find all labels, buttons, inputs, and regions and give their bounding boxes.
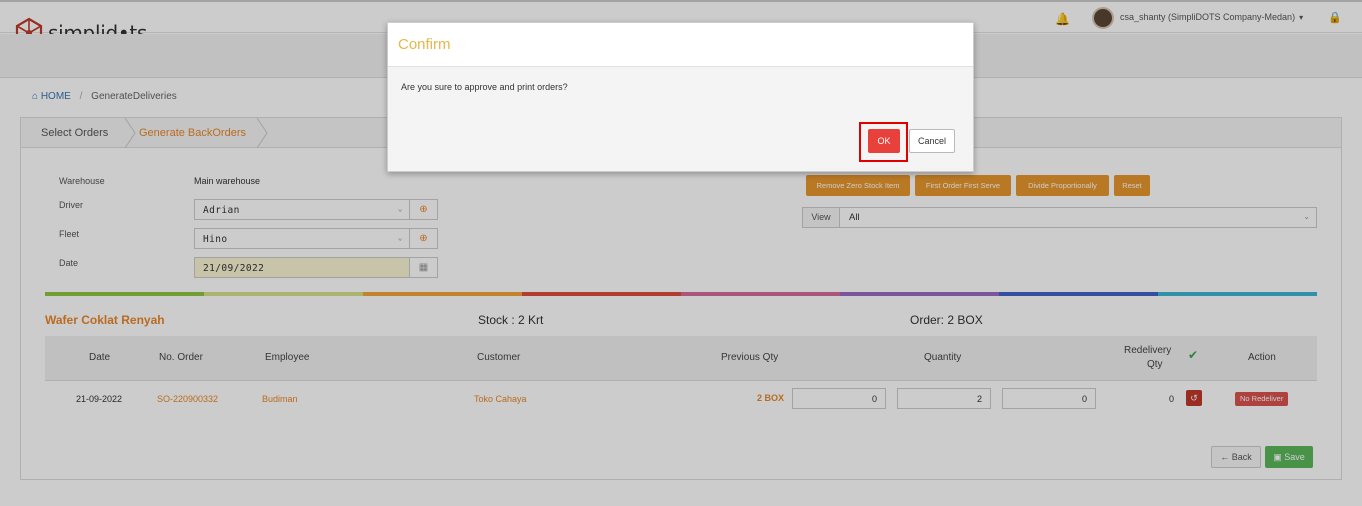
modal-header: Confirm bbox=[388, 23, 973, 67]
modal-title: Confirm bbox=[398, 36, 451, 53]
modal-message: Are you sure to approve and print orders… bbox=[401, 82, 568, 92]
cancel-button[interactable]: Cancel bbox=[909, 129, 955, 153]
ok-button[interactable]: OK bbox=[868, 129, 900, 153]
confirm-dialog: Confirm Are you sure to approve and prin… bbox=[387, 22, 974, 172]
